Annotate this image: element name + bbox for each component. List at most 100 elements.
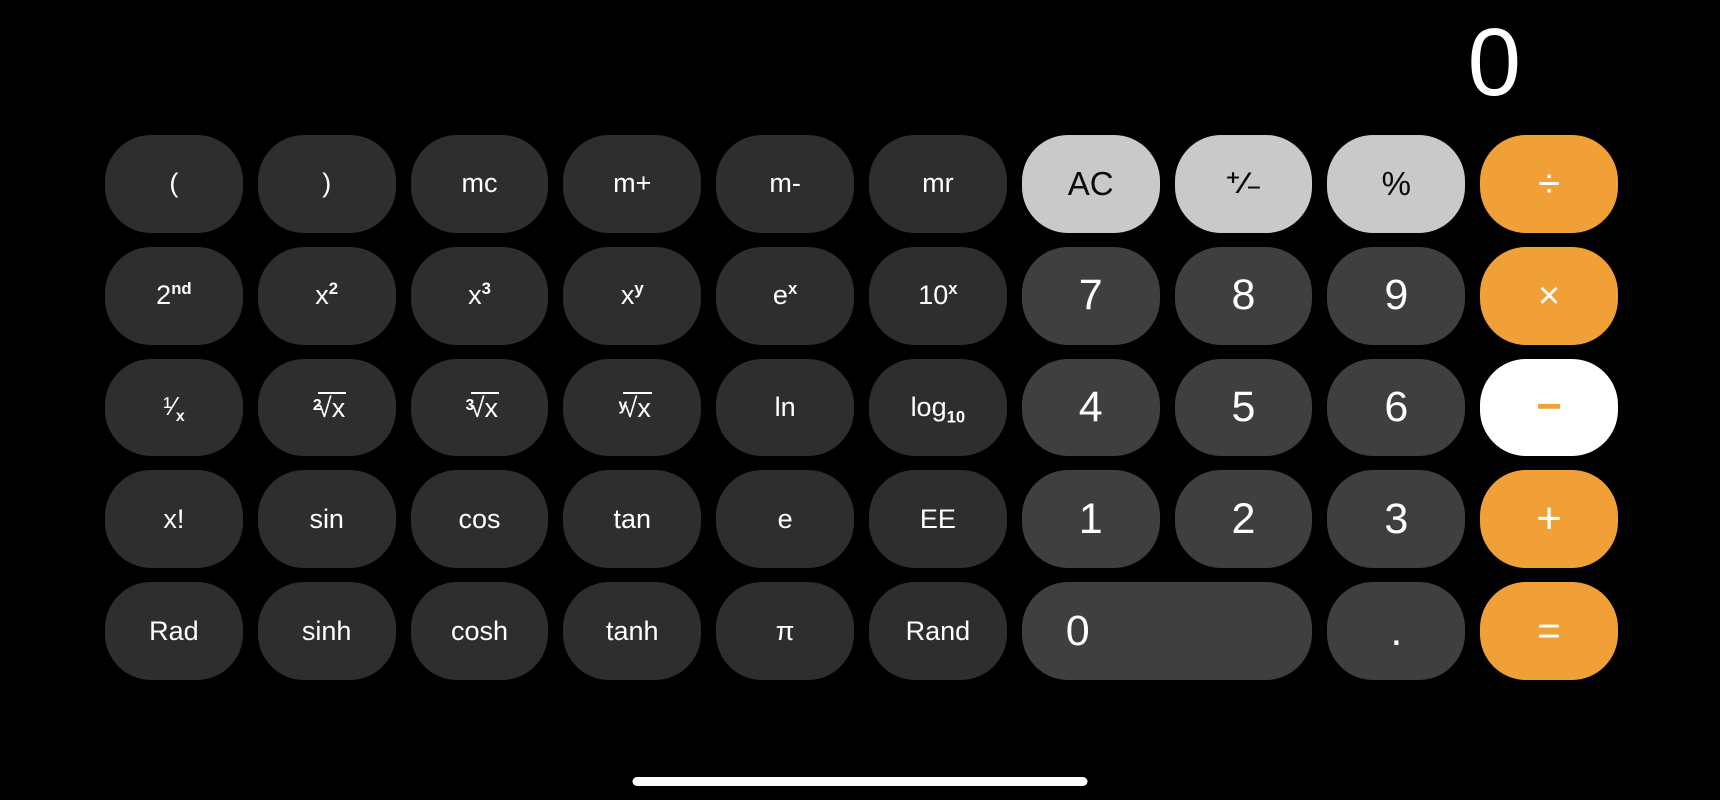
key-reciprocal[interactable]: ¹⁄x — [105, 358, 243, 457]
home-indicator-bar[interactable] — [632, 777, 1088, 786]
key-close-paren[interactable]: ) — [257, 135, 396, 233]
key-m-minus[interactable]: m- — [716, 135, 854, 233]
key-label: ⁺⁄₋ — [1225, 167, 1262, 201]
key-euler-e[interactable]: e — [716, 470, 854, 569]
key-label: 9 — [1384, 271, 1409, 320]
key-label: 2nd — [156, 279, 192, 311]
key-equals[interactable]: = — [1480, 582, 1618, 680]
key-digit-7[interactable]: 7 — [1021, 246, 1160, 345]
key-divide[interactable]: ÷ — [1480, 135, 1618, 233]
key-open-paren[interactable]: ( — [105, 135, 243, 233]
key-digit-4[interactable]: 4 — [1021, 358, 1160, 457]
key-label: 1 — [1078, 494, 1103, 543]
key-label: 10x — [918, 279, 958, 311]
display-value: 0 — [1467, 9, 1521, 116]
key-cos[interactable]: cos — [410, 470, 549, 569]
key-label: x! — [163, 503, 185, 534]
key-sqrt-y[interactable]: y √x — [563, 358, 702, 457]
calculator-keypad: () mc m+ m-mr AC ⁺⁄₋% ÷ 2nd x2 x3 xy ex 10x 7 8 9 × ¹⁄x 2 √… — [105, 135, 1618, 680]
key-label: ( — [169, 168, 179, 199]
key-label: % — [1381, 164, 1411, 202]
key-all-clear[interactable]: AC — [1021, 135, 1160, 233]
key-exponent-ee[interactable]: EE — [869, 470, 1007, 569]
key-multiply[interactable]: × — [1480, 246, 1618, 345]
key-label: ln — [774, 391, 796, 422]
key-label: x2 — [315, 279, 339, 311]
key-subtract[interactable]: − — [1480, 358, 1618, 457]
key-label: EE — [919, 503, 956, 534]
key-tanh[interactable]: tanh — [563, 582, 702, 680]
key-label: cosh — [450, 615, 509, 646]
key-label: cos — [458, 503, 501, 534]
key-rad[interactable]: Rad — [105, 582, 243, 680]
key-label: ) — [322, 168, 332, 199]
key-e-to-x[interactable]: ex — [716, 246, 854, 345]
key-label: 5 — [1231, 382, 1256, 431]
key-rand[interactable]: Rand — [869, 582, 1007, 680]
key-digit-9[interactable]: 9 — [1327, 246, 1466, 345]
key-mc[interactable]: mc — [410, 135, 549, 233]
key-label: e — [777, 503, 793, 534]
key-digit-5[interactable]: 5 — [1174, 358, 1313, 457]
key-label: AC — [1067, 164, 1114, 202]
key-label: 7 — [1078, 271, 1103, 320]
key-label: 0 — [1065, 606, 1090, 655]
key-digit-6[interactable]: 6 — [1327, 358, 1466, 457]
key-digit-8[interactable]: 8 — [1174, 246, 1313, 345]
key-label: + — [1536, 494, 1562, 544]
key-label: mr — [922, 168, 954, 199]
key-ten-to-x[interactable]: 10x — [869, 246, 1007, 345]
key-sin[interactable]: sin — [257, 470, 396, 569]
key-label: Rad — [149, 615, 199, 646]
key-decimal[interactable]: . — [1327, 582, 1466, 680]
key-label: x3 — [468, 279, 491, 311]
key-digit-1[interactable]: 1 — [1021, 470, 1160, 569]
key-add[interactable]: + — [1480, 470, 1618, 569]
key-cosh[interactable]: cosh — [410, 582, 549, 680]
key-sqrt-2[interactable]: 2 √x — [257, 358, 396, 457]
key-label: 2 √x — [312, 392, 347, 424]
key-natural-log[interactable]: ln — [716, 358, 854, 457]
key-x-to-y[interactable]: xy — [563, 246, 702, 345]
key-label: sin — [309, 503, 344, 534]
key-second[interactable]: 2nd — [105, 246, 243, 345]
key-pi[interactable]: π — [716, 582, 854, 680]
key-label: y √x — [618, 392, 653, 424]
key-label: 3 √x — [465, 392, 500, 424]
key-percent[interactable]: % — [1327, 135, 1466, 233]
key-label: 3 — [1384, 494, 1409, 543]
key-label: 6 — [1384, 382, 1409, 431]
key-sqrt-3[interactable]: 3 √x — [410, 358, 549, 457]
key-log-base-10[interactable]: log10 — [869, 358, 1007, 457]
key-label: mc — [461, 168, 498, 199]
key-label: . — [1390, 606, 1403, 655]
key-label: ÷ — [1538, 161, 1561, 206]
calculator-display: 0 — [0, 0, 1620, 126]
key-digit-2[interactable]: 2 — [1174, 470, 1313, 569]
key-label: ex — [772, 279, 798, 311]
key-label: m- — [769, 168, 801, 199]
key-digit-0[interactable]: 0 — [1021, 582, 1313, 680]
key-digit-3[interactable]: 3 — [1327, 470, 1466, 569]
key-x-cubed[interactable]: x3 — [410, 246, 549, 345]
key-label: π — [775, 615, 795, 646]
key-label: 4 — [1078, 382, 1103, 431]
key-tan[interactable]: tan — [563, 470, 702, 569]
key-label: × — [1537, 274, 1561, 317]
key-label: ¹⁄x — [163, 392, 185, 426]
key-label: Rand — [905, 615, 971, 646]
key-mr[interactable]: mr — [869, 135, 1007, 233]
key-label: 8 — [1231, 271, 1256, 320]
key-label: = — [1537, 609, 1561, 654]
key-label: log10 — [910, 391, 966, 427]
key-label: sinh — [301, 615, 352, 646]
key-x-squared[interactable]: x2 — [257, 246, 396, 345]
key-sign-toggle[interactable]: ⁺⁄₋ — [1174, 135, 1313, 233]
calculator-app: 0 () mc m+ m-mr AC ⁺⁄₋% ÷ 2nd x2 x3 xy ex 10x 7 8 9 × ¹⁄x… — [0, 0, 1720, 800]
key-label: tan — [613, 503, 652, 534]
key-factorial[interactable]: x! — [105, 470, 243, 569]
key-sinh[interactable]: sinh — [257, 582, 396, 680]
key-label: tanh — [606, 615, 659, 646]
key-label: xy — [620, 279, 644, 311]
key-m-plus[interactable]: m+ — [563, 135, 702, 233]
